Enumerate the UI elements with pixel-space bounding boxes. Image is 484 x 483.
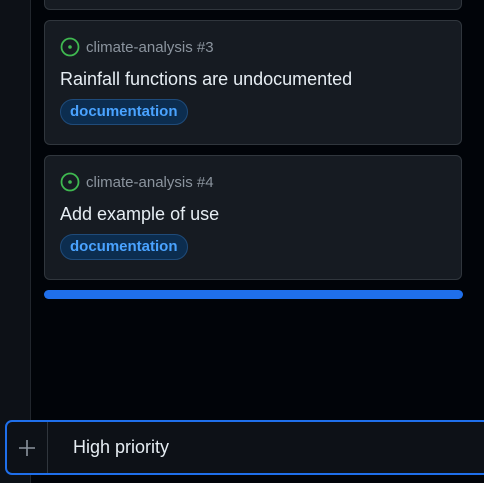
plus-icon bbox=[19, 439, 35, 456]
issue-card[interactable]: climate-analysis #4 Add example of use d… bbox=[44, 155, 462, 280]
card-partial[interactable] bbox=[44, 0, 462, 10]
left-rail bbox=[0, 0, 31, 483]
label-badge[interactable]: documentation bbox=[60, 234, 188, 260]
issue-card[interactable]: climate-analysis #3 Rainfall functions a… bbox=[44, 20, 462, 145]
card-meta: climate-analysis #4 bbox=[60, 172, 214, 192]
card-title[interactable]: Add example of use bbox=[60, 204, 219, 225]
card-title[interactable]: Rainfall functions are undocumented bbox=[60, 69, 352, 90]
issue-open-icon bbox=[60, 172, 80, 192]
card-repo-ref[interactable]: climate-analysis #3 bbox=[86, 39, 214, 56]
card-repo-ref[interactable]: climate-analysis #4 bbox=[86, 174, 214, 191]
add-item-input[interactable]: High priority bbox=[5, 420, 484, 475]
issue-open-icon bbox=[60, 37, 80, 57]
add-item-value[interactable]: High priority bbox=[73, 437, 169, 458]
label-badge[interactable]: documentation bbox=[60, 99, 188, 125]
drop-indicator bbox=[44, 290, 463, 299]
add-button[interactable] bbox=[7, 422, 48, 473]
card-meta: climate-analysis #3 bbox=[60, 37, 214, 57]
